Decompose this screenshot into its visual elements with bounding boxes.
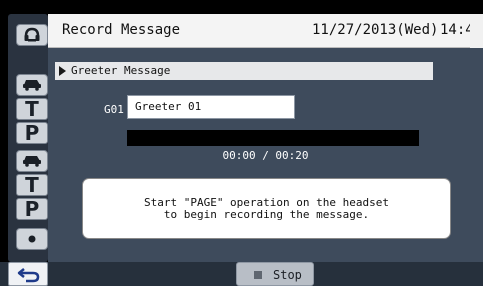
progress-bar <box>127 130 419 146</box>
section-label: Greeter Message <box>71 64 171 77</box>
bottom-bar: Stop <box>0 262 483 286</box>
left-rail: T P T P <box>8 14 48 262</box>
dot-icon <box>28 235 36 243</box>
stop-icon <box>254 271 262 279</box>
screen: T P T P Record Message 11/27/2013(Wed) 1… <box>0 0 483 286</box>
time-readout: 00:00 / 00:20 <box>222 149 309 162</box>
headset-icon <box>24 27 40 42</box>
lane-1-t-button[interactable]: T <box>16 98 48 120</box>
lane-1-p-button[interactable]: P <box>16 122 48 144</box>
page-title: Record Message <box>62 22 181 38</box>
stop-button-label: Stop <box>273 268 302 282</box>
main-panel: Greeter Message G01 Greeter 01 00:00 / 0… <box>48 48 483 262</box>
header-date: 11/27/2013(Wed) <box>312 22 439 38</box>
header-bar: Record Message 11/27/2013(Wed) 14:49 <box>48 14 483 48</box>
instruction-line-2: to begin recording the message. <box>163 207 370 221</box>
headset-button[interactable] <box>16 24 48 46</box>
lane-2-t-button[interactable]: T <box>16 174 48 196</box>
back-button[interactable] <box>8 262 48 286</box>
instruction-box: Start "PAGE" operation on the headset to… <box>82 178 451 239</box>
message-code: G01 <box>104 103 124 116</box>
message-name-field[interactable]: Greeter 01 <box>127 95 295 119</box>
back-arrow-icon <box>17 268 40 283</box>
section-header[interactable]: Greeter Message <box>55 62 433 80</box>
car-icon <box>23 156 41 167</box>
stop-button[interactable]: Stop <box>236 262 314 286</box>
car-lane-1-button[interactable] <box>16 74 48 96</box>
dot-button[interactable] <box>16 228 48 250</box>
instruction-line-1: Start "PAGE" operation on the headset <box>143 195 390 209</box>
car-lane-2-button[interactable] <box>16 150 48 172</box>
expand-triangle-icon <box>59 66 66 76</box>
lane-2-p-button[interactable]: P <box>16 198 48 220</box>
car-icon <box>23 80 41 91</box>
